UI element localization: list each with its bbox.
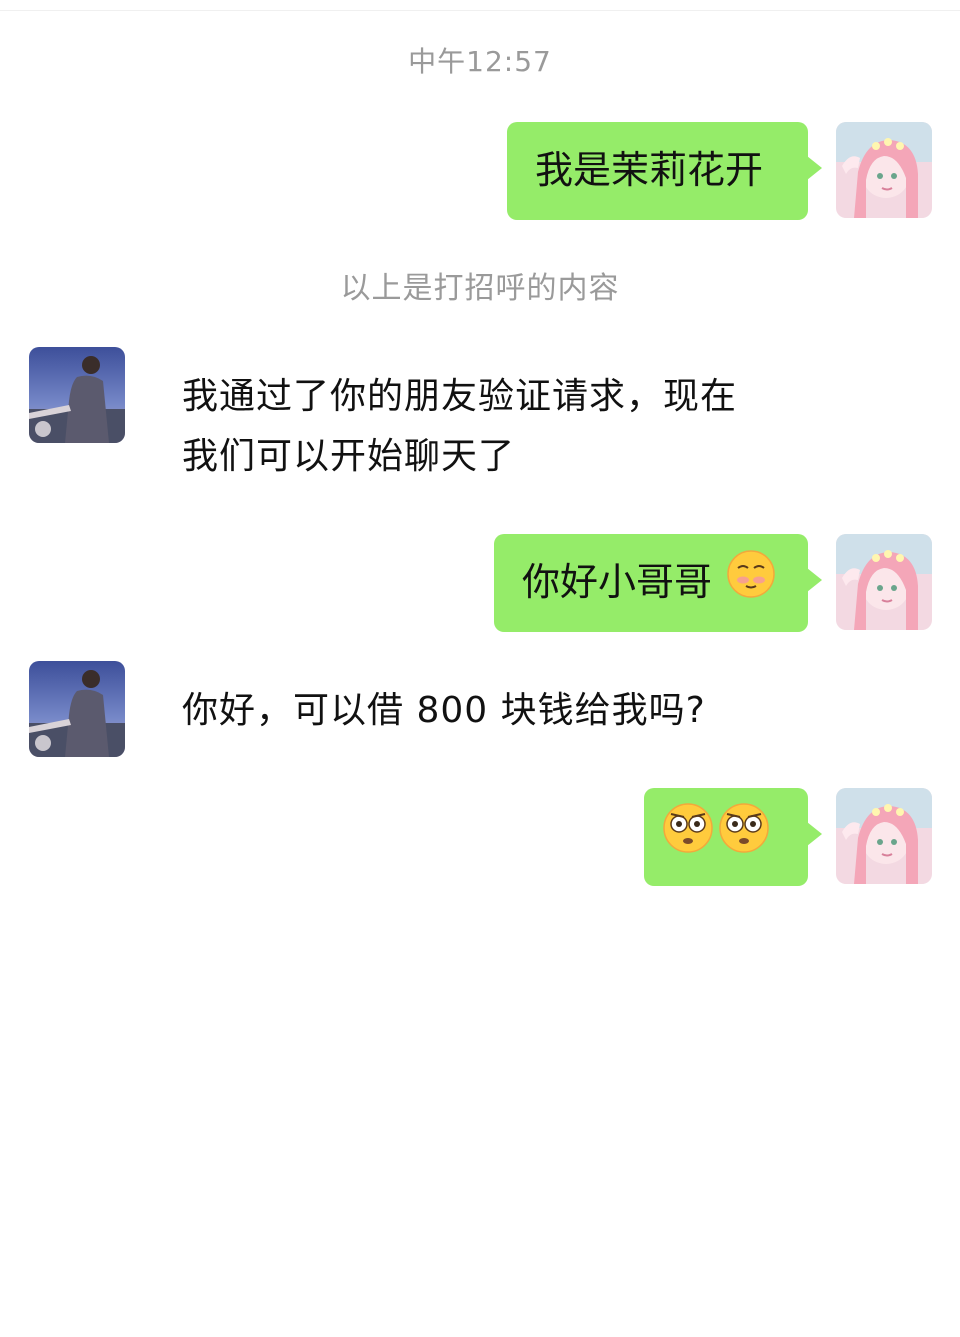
- outgoing-message-bubble[interactable]: 我是茉莉花开: [507, 122, 822, 220]
- friend-avatar[interactable]: [29, 661, 125, 757]
- flushed-face-icon: [718, 802, 770, 869]
- friend-avatar[interactable]: [29, 347, 125, 443]
- pleading-face-icon: [726, 549, 776, 614]
- top-divider: [0, 10, 960, 11]
- incoming-message-text: 你好，可以借 800 块钱给我吗?: [182, 690, 706, 731]
- message-line: 我们可以开始聊天了: [182, 436, 516, 477]
- greeting-note: 以上是打招呼的内容: [340, 271, 620, 306]
- incoming-message-text: 我通过了你的朋友验证请求，现在 我们可以开始聊天了: [182, 367, 737, 487]
- message-text: 你好小哥哥: [522, 560, 713, 604]
- outgoing-message-bubble[interactable]: 你好小哥哥: [494, 534, 822, 632]
- flushed-face-icon: [662, 802, 714, 869]
- my-avatar[interactable]: [836, 534, 932, 630]
- message-line: 我通过了你的朋友验证请求，现在: [182, 376, 738, 417]
- message-text: 我是茉莉花开: [535, 148, 764, 192]
- my-avatar[interactable]: [836, 788, 932, 884]
- chat-timestamp: 中午12:57: [408, 45, 552, 78]
- outgoing-message-bubble[interactable]: [644, 788, 822, 886]
- my-avatar[interactable]: [836, 122, 932, 218]
